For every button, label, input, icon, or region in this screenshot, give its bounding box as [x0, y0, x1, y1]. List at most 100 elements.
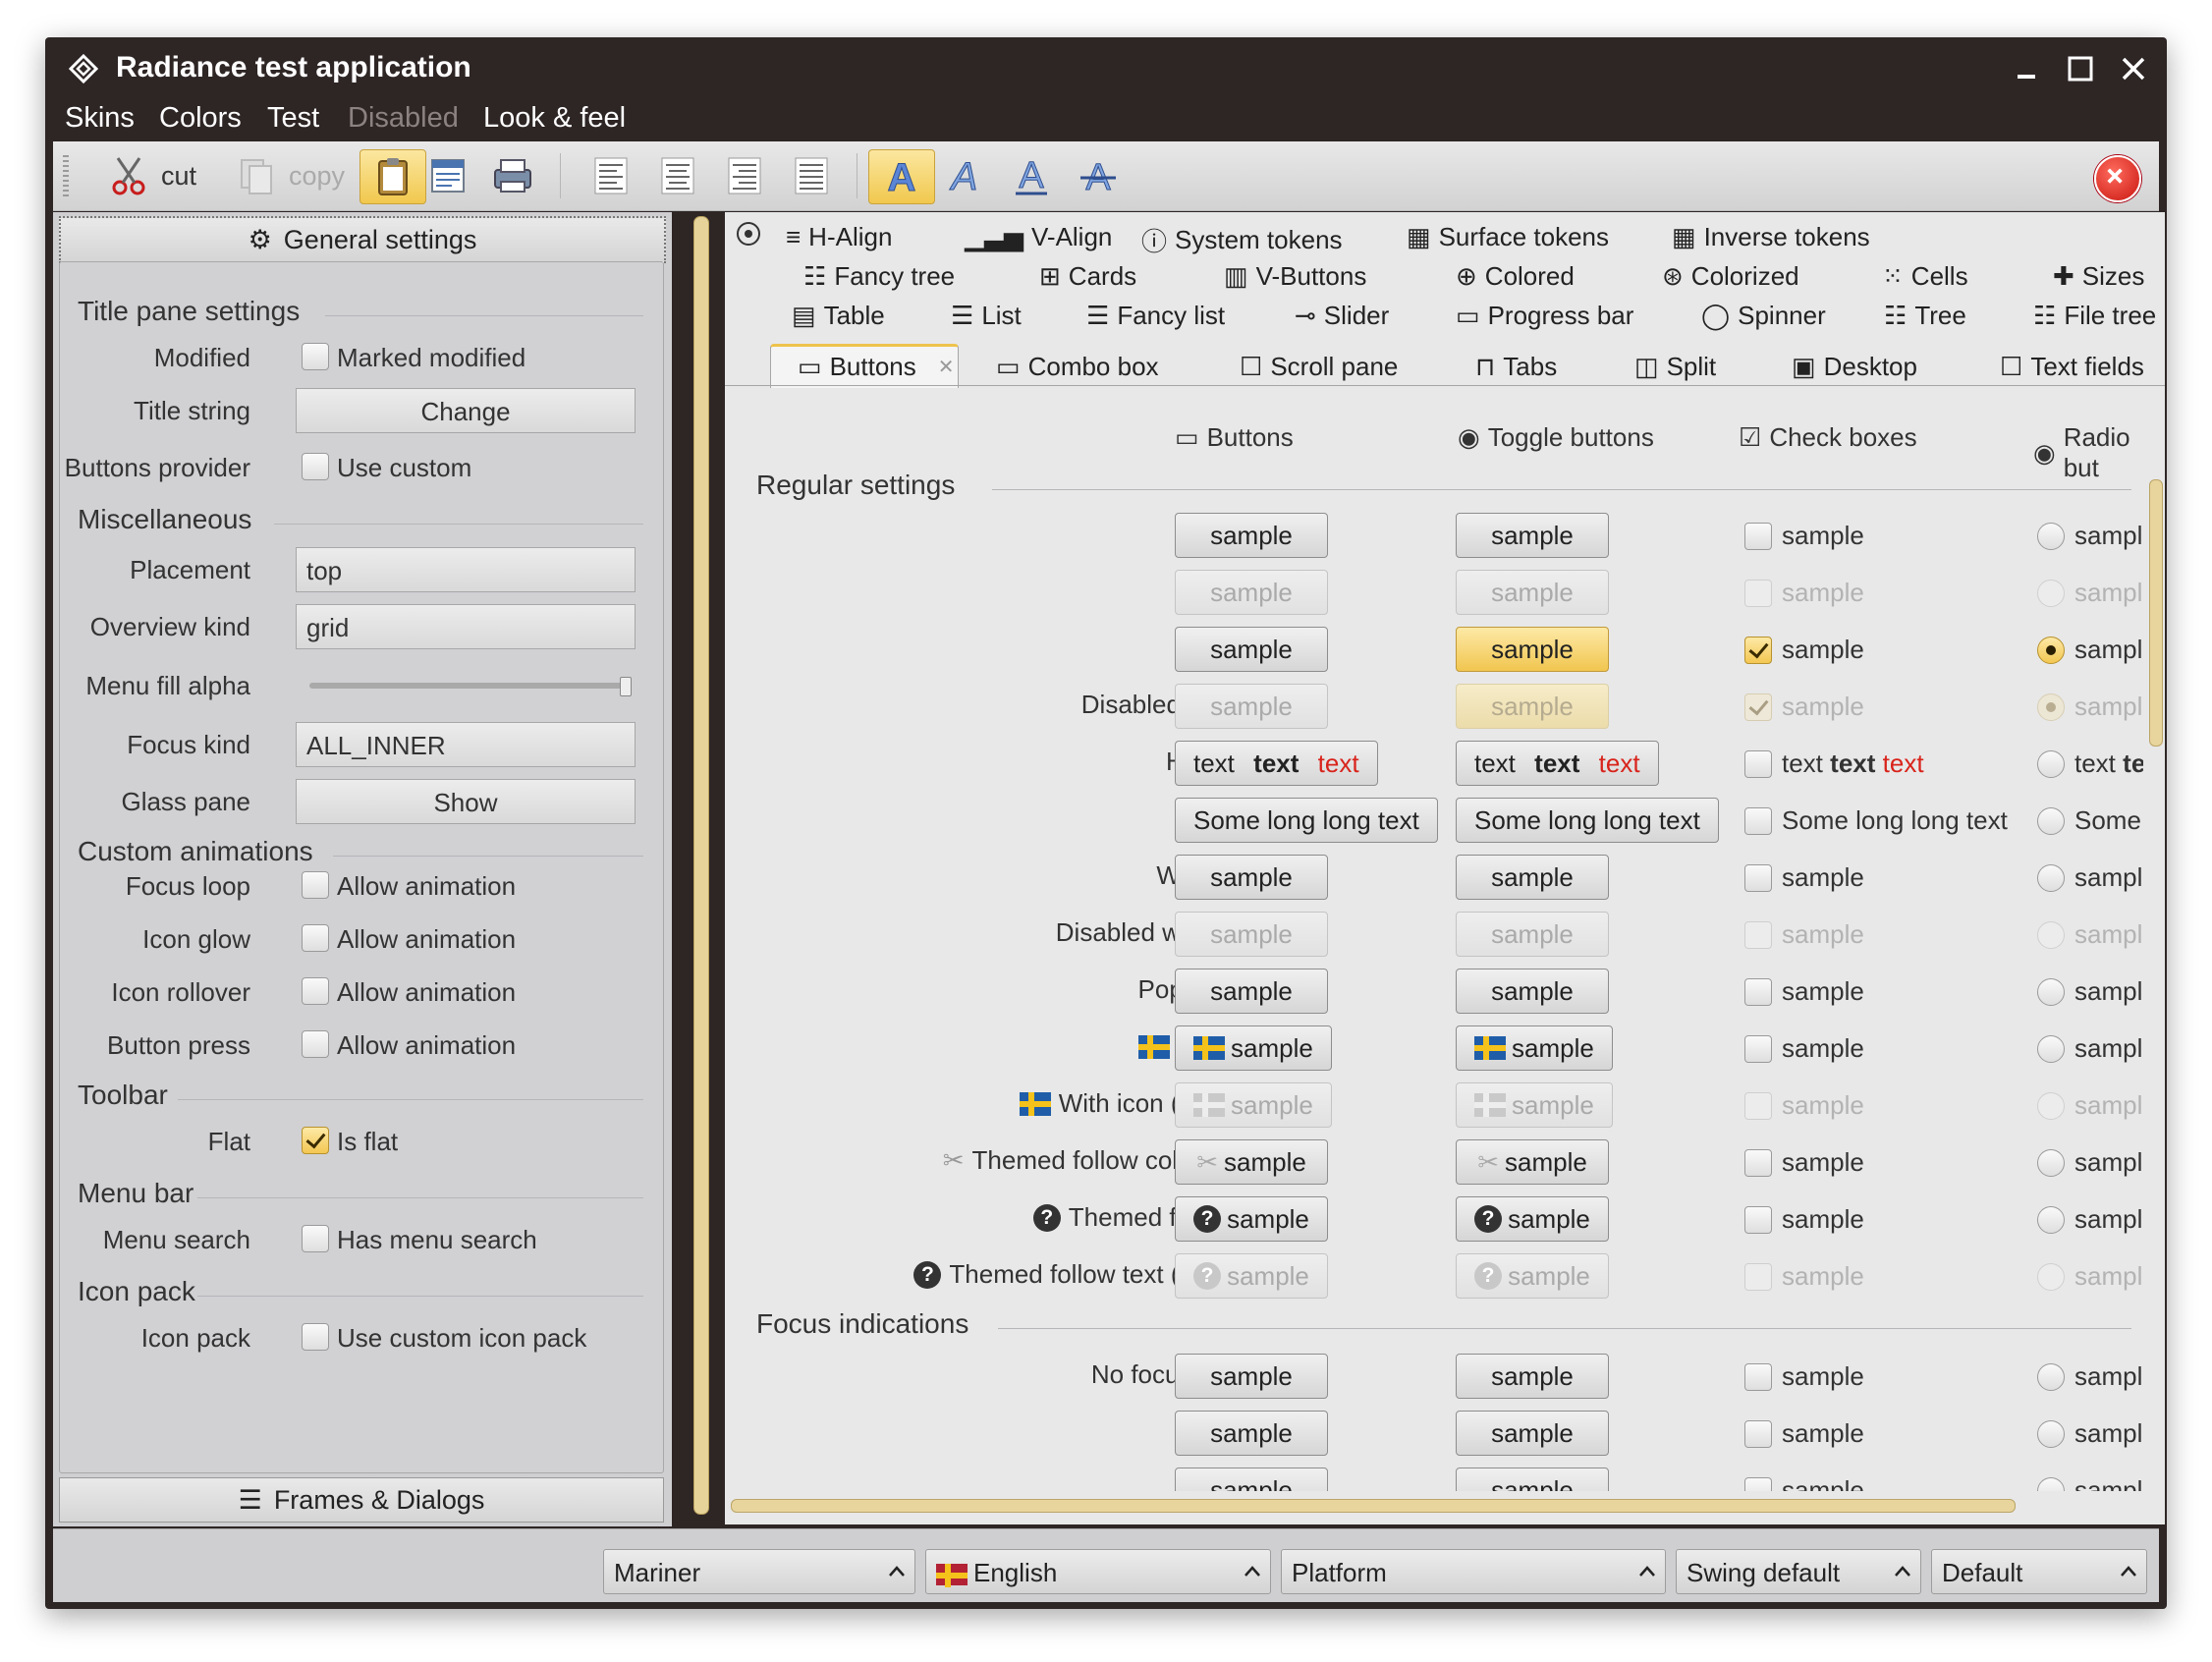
maximize-icon[interactable] — [2063, 51, 2098, 86]
sample-button[interactable]: sample — [1175, 969, 1328, 1014]
tab-text-fields[interactable]: ☐ Text fields — [2000, 352, 2144, 382]
sample-checkbox-label[interactable]: sample — [1782, 692, 1864, 722]
split-divider[interactable] — [693, 216, 709, 1515]
focus-loop-checkbox[interactable] — [302, 871, 329, 899]
tab-tree[interactable]: ☷ Tree — [1884, 301, 1966, 331]
minimize-icon[interactable] — [2010, 51, 2045, 86]
print-button[interactable] — [491, 149, 534, 202]
tab-h-align[interactable]: ≡ H-Align — [786, 222, 892, 252]
sample-toggle-button[interactable]: sample — [1456, 1354, 1609, 1399]
menu-fill-alpha-slider[interactable] — [309, 683, 624, 689]
swing-combo[interactable]: Swing default — [1676, 1549, 1921, 1594]
sample-radio[interactable] — [2037, 637, 2065, 664]
glass-pane-show-button[interactable]: Show — [296, 779, 636, 824]
sample-checkbox-label[interactable]: sample — [1782, 862, 1864, 893]
sample-radio-label[interactable]: sample — [2074, 578, 2143, 608]
modified-checkbox-label[interactable]: Marked modified — [337, 343, 525, 373]
tab-tabs[interactable]: ⊓ Tabs — [1475, 352, 1557, 382]
menu-search-checkbox[interactable] — [302, 1225, 329, 1252]
sample-checkbox-label[interactable]: sample — [1782, 1090, 1864, 1121]
tab-colorized[interactable]: ⊛ Colorized — [1662, 261, 1799, 292]
tab-desktop[interactable]: ▣ Desktop — [1792, 352, 1917, 382]
menu-colors[interactable]: Colors — [159, 102, 242, 135]
align-left-button[interactable] — [589, 149, 633, 202]
sample-radio[interactable] — [2037, 1206, 2065, 1234]
menu-skins[interactable]: Skins — [65, 102, 135, 135]
format-button[interactable] — [426, 149, 470, 202]
sample-checkbox[interactable] — [1744, 1477, 1772, 1491]
sample-radio[interactable] — [2037, 523, 2065, 550]
sample-radio-label[interactable]: sample — [2074, 1090, 2143, 1121]
sample-radio[interactable] — [2037, 807, 2065, 835]
sample-radio[interactable] — [2037, 750, 2065, 778]
tab-list-icon[interactable] — [735, 220, 762, 248]
font-bold-button[interactable]: A — [868, 149, 935, 204]
toolbar-grip[interactable] — [63, 155, 69, 198]
sample-checkbox-label[interactable]: sample — [1782, 976, 1864, 1007]
icon-glow-checkbox-label[interactable]: Allow animation — [337, 924, 516, 955]
sample-button[interactable]: Some long long text — [1175, 798, 1438, 843]
tab-surface-tokens[interactable]: ▦ Surface tokens — [1407, 222, 1609, 252]
sample-button[interactable]: ? sample — [1175, 1196, 1328, 1242]
sample-radio[interactable] — [2037, 864, 2065, 892]
tab-table[interactable]: ▤ Table — [792, 301, 885, 331]
close-window-icon[interactable] — [2116, 51, 2151, 86]
sample-radio-label[interactable]: sample — [2074, 521, 2143, 551]
sample-radio[interactable] — [2037, 1420, 2065, 1448]
sample-radio-label[interactable]: Some lor — [2074, 805, 2143, 836]
sample-radio-label[interactable]: text text — [2074, 748, 2143, 779]
icon-pack-checkbox-label[interactable]: Use custom icon pack — [337, 1323, 586, 1354]
sample-toggle-button[interactable]: sample — [1456, 1411, 1609, 1456]
sample-button[interactable]: sample — [1175, 1354, 1328, 1399]
menu-look-and-feel[interactable]: Look & feel — [483, 102, 626, 135]
close-red-icon[interactable] — [2094, 155, 2141, 202]
sample-radio-label[interactable]: sample — [2074, 1475, 2143, 1491]
sample-toggle-button[interactable]: sample — [1456, 1468, 1609, 1491]
is-flat-checkbox[interactable] — [302, 1127, 329, 1154]
sample-checkbox[interactable] — [1744, 523, 1772, 550]
tab-v-align[interactable]: ▁▃▅ V-Align — [965, 222, 1112, 252]
sample-checkbox[interactable] — [1744, 1149, 1772, 1177]
sample-radio-label[interactable]: sample — [2074, 1418, 2143, 1449]
sample-checkbox-label[interactable]: sample — [1782, 1361, 1864, 1392]
skin-combo[interactable]: Mariner — [603, 1549, 915, 1594]
icon-rollover-checkbox[interactable] — [302, 977, 329, 1005]
sample-checkbox[interactable] — [1744, 750, 1772, 778]
icon-rollover-checkbox-label[interactable]: Allow animation — [337, 977, 516, 1008]
sample-toggle-button[interactable]: ✂ sample — [1456, 1139, 1609, 1185]
tab-v-buttons[interactable]: ▥ V-Buttons — [1224, 261, 1366, 292]
sample-button[interactable]: sample — [1175, 1025, 1332, 1071]
tab-file-tree[interactable]: ☷ File tree — [2033, 301, 2156, 331]
sample-radio[interactable] — [2037, 978, 2065, 1006]
close-tab-icon[interactable]: ✕ — [938, 355, 955, 379]
is-flat-label[interactable]: Is flat — [337, 1127, 398, 1157]
sample-radio[interactable] — [2037, 1035, 2065, 1063]
sample-toggle-button[interactable]: sample — [1456, 855, 1609, 900]
sample-checkbox-label[interactable]: text text text — [1782, 748, 1924, 779]
sample-checkbox-label[interactable]: sample — [1782, 635, 1864, 665]
tab-progress-bar[interactable]: ▭ Progress bar — [1456, 301, 1633, 331]
align-right-button[interactable] — [723, 149, 766, 202]
default-combo[interactable]: Default — [1931, 1549, 2147, 1594]
sample-toggle-button[interactable]: sample — [1456, 969, 1609, 1014]
tab-split[interactable]: ◫ Split — [1634, 352, 1716, 382]
sample-radio-label[interactable]: sample — [2074, 919, 2143, 950]
sample-radio-label[interactable]: sample — [2074, 862, 2143, 893]
sample-checkbox[interactable] — [1744, 1420, 1772, 1448]
tab-list[interactable]: ☰ List — [951, 301, 1022, 331]
focus-kind-field[interactable]: ALL_INNER — [296, 722, 636, 767]
general-settings-header[interactable]: ⚙ General settings — [59, 216, 666, 263]
sample-checkbox-label[interactable]: sample — [1782, 578, 1864, 608]
paste-button[interactable] — [359, 149, 426, 204]
language-combo[interactable]: English — [925, 1549, 1271, 1594]
sample-toggle-button[interactable]: text text text — [1456, 741, 1659, 786]
sample-checkbox-label[interactable]: sample — [1782, 1147, 1864, 1178]
sample-button[interactable]: ✂ sample — [1175, 1139, 1328, 1185]
tab-inverse-tokens[interactable]: ▦ Inverse tokens — [1672, 222, 1870, 252]
use-custom-label[interactable]: Use custom — [337, 453, 471, 483]
icon-glow-checkbox[interactable] — [302, 924, 329, 952]
menu-fill-alpha-knob[interactable] — [620, 677, 632, 696]
sample-toggle-button[interactable]: sample — [1456, 513, 1609, 558]
sample-checkbox[interactable] — [1744, 637, 1772, 664]
use-custom-checkbox[interactable] — [302, 453, 329, 480]
